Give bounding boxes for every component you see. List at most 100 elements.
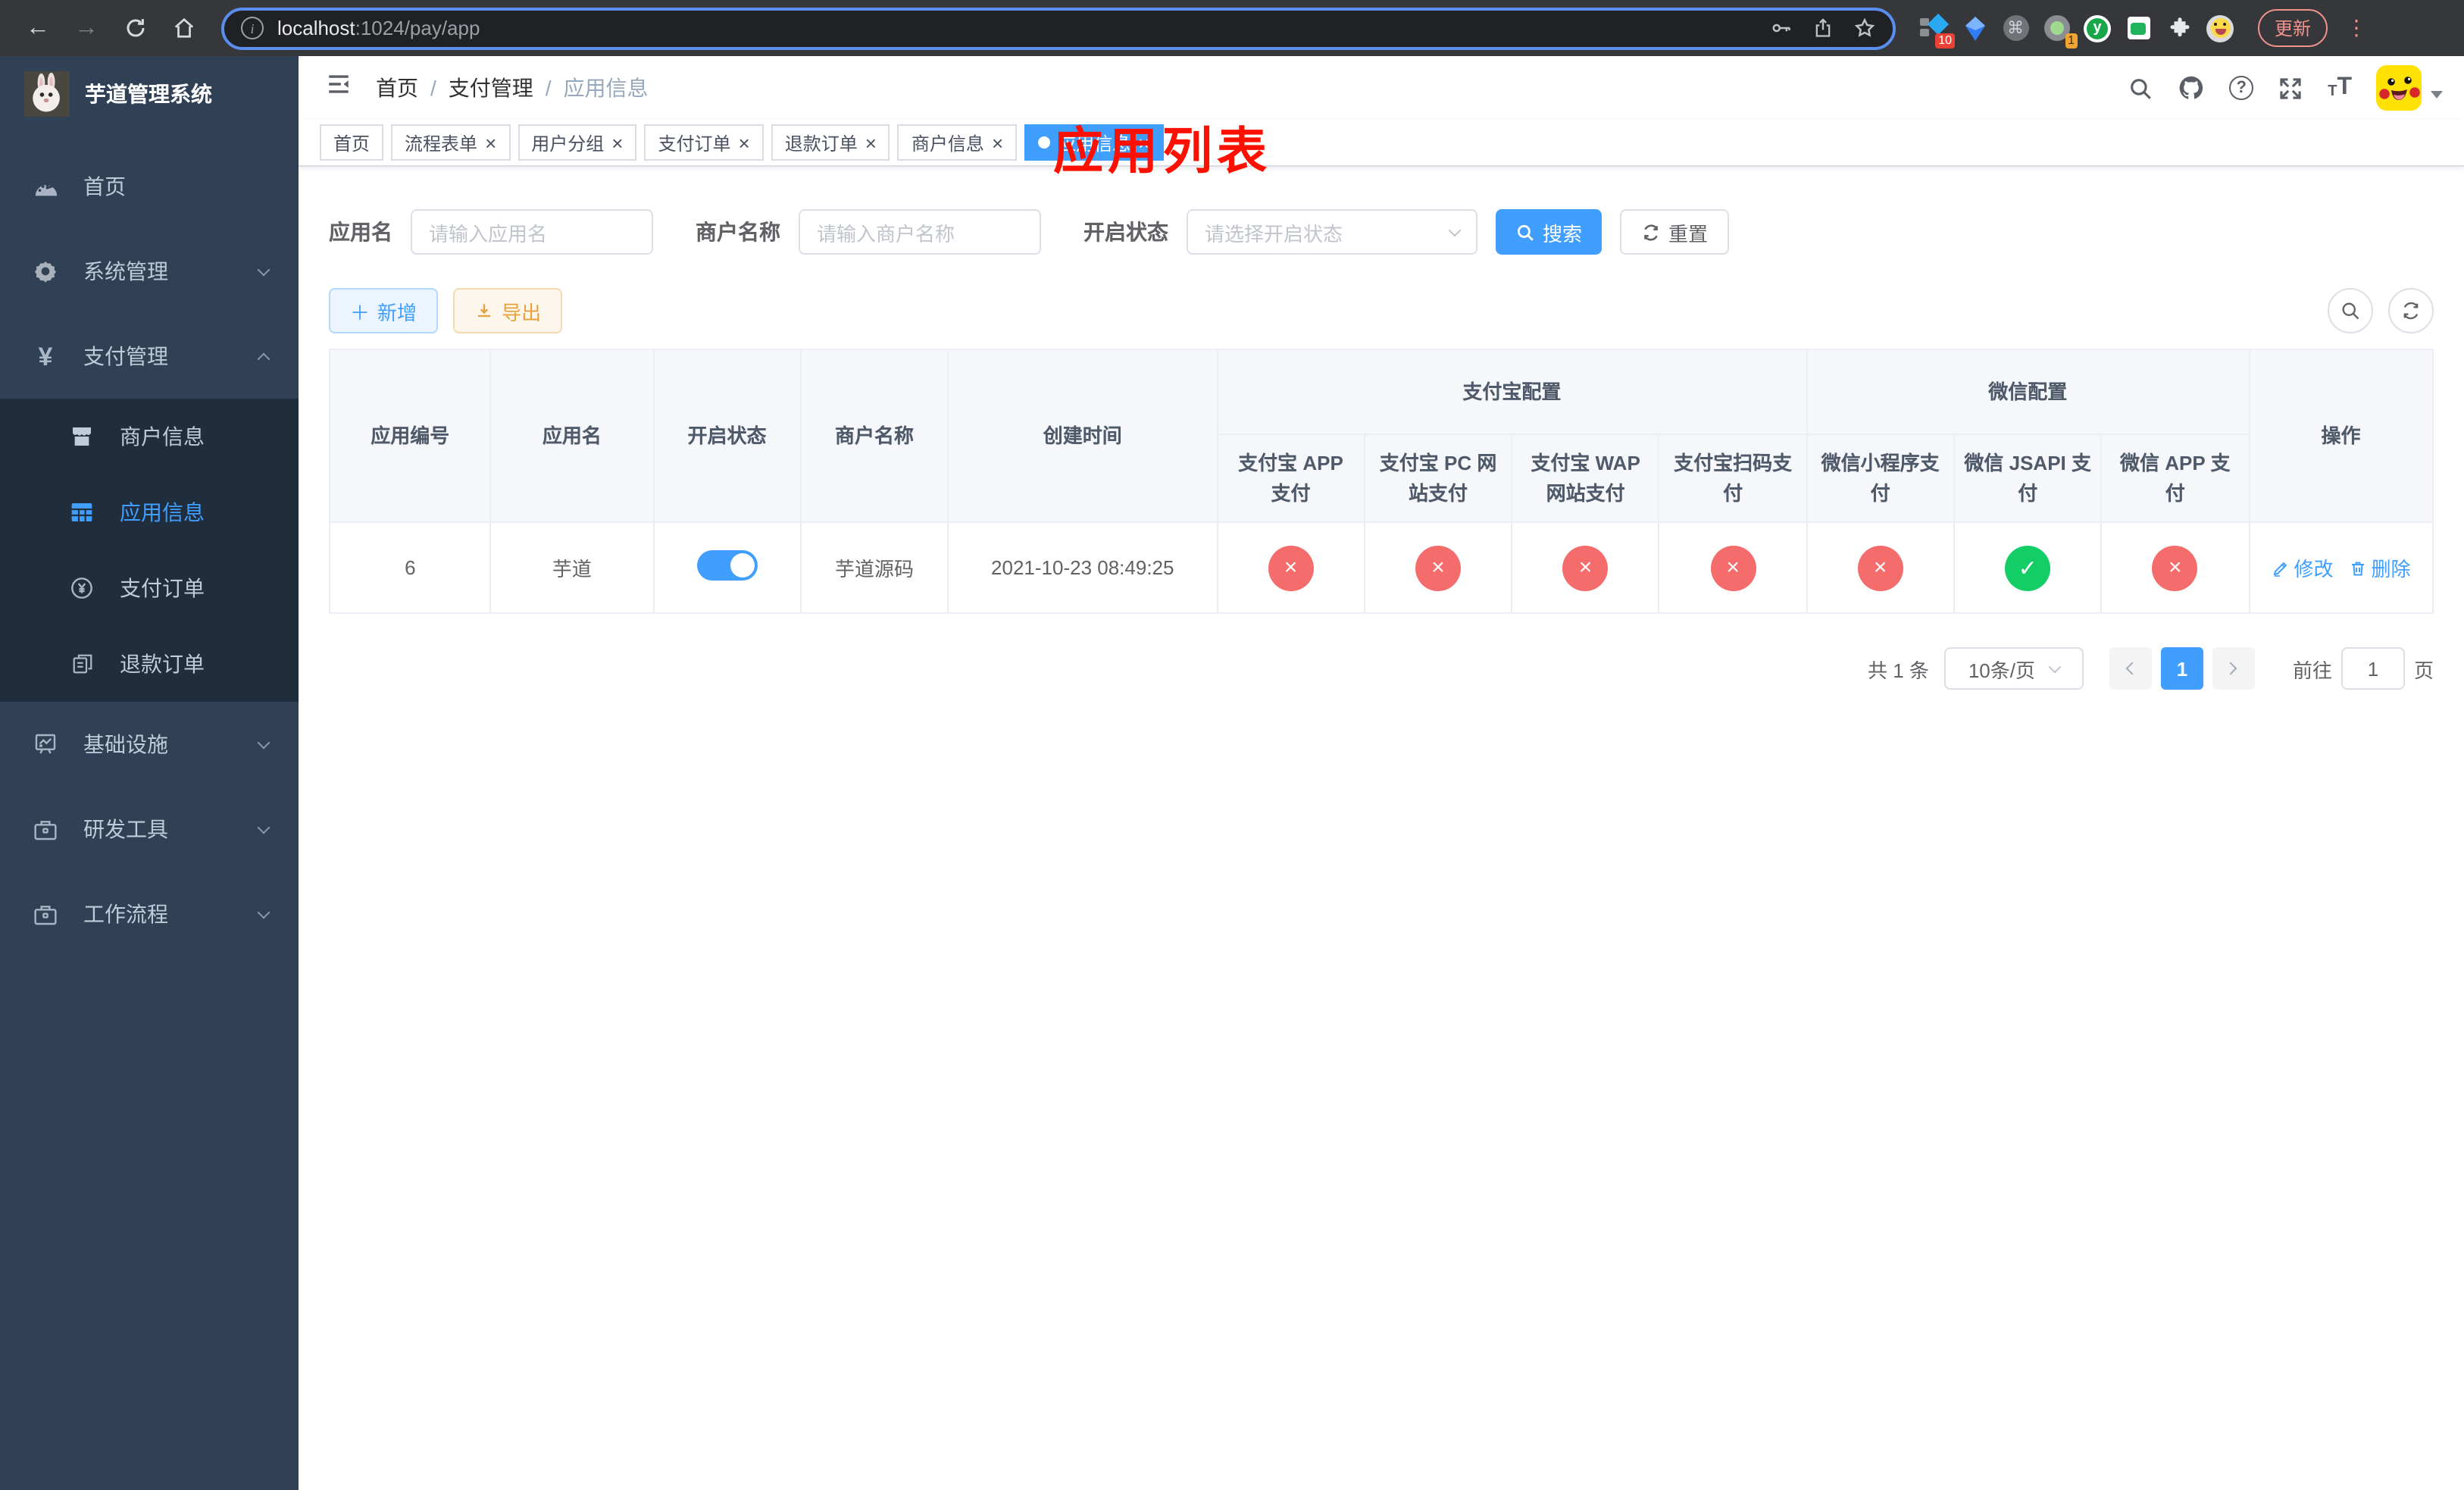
- pencil-icon: [2273, 561, 2287, 576]
- filter-form: 应用名 请输入应用名 商户名称 请输入商户名称 开启状态 请选择开启状态 搜索 …: [329, 209, 2434, 255]
- extension-command-icon[interactable]: ⌘: [2002, 14, 2029, 42]
- enabled-switch[interactable]: [696, 550, 758, 581]
- forward-icon[interactable]: →: [67, 8, 106, 48]
- sidebar: 芋道管理系统 首页 系统管理 ¥ 支付管理 商户信息 应用信息 支付订单 退款订…: [0, 56, 299, 1490]
- edit-link[interactable]: 修改: [2271, 553, 2334, 582]
- page-size-select[interactable]: 10条/页: [1943, 647, 2084, 690]
- sidebar-logo[interactable]: 芋道管理系统: [0, 56, 299, 132]
- annotation-overlay-text: 应用列表: [1053, 123, 1271, 179]
- github-icon[interactable]: [2178, 74, 2205, 102]
- active-dot: [1038, 136, 1051, 149]
- chevron-up-icon: [257, 352, 270, 365]
- password-key-icon[interactable]: [1770, 17, 1793, 39]
- home-icon[interactable]: [164, 8, 203, 48]
- extension-blue-diamond-icon[interactable]: 10: [1920, 12, 1955, 48]
- page: ← → i localhost:1024/pay/app 10 ⌘ 1 y 更新…: [0, 0, 2464, 1490]
- wx-app-status-icon: ×: [2152, 545, 2198, 590]
- help-icon[interactable]: ?: [2229, 76, 2254, 100]
- reload-icon[interactable]: [115, 8, 155, 48]
- show-search-button[interactable]: [2328, 288, 2373, 333]
- profile-avatar-icon[interactable]: [2206, 14, 2234, 42]
- goto-page-input[interactable]: [2340, 647, 2405, 690]
- address-bar[interactable]: i localhost:1024/pay/app: [221, 7, 1896, 49]
- extensions-row: 10 ⌘ 1 y: [1920, 12, 2234, 48]
- status-select[interactable]: 请选择开启状态: [1187, 209, 1477, 255]
- extension-badge: 1: [2065, 33, 2078, 48]
- extension-chat-icon[interactable]: [2125, 14, 2152, 42]
- app-name-label: 应用名: [329, 220, 392, 244]
- share-icon[interactable]: [1812, 17, 1834, 39]
- tag-refund-order[interactable]: 退款订单 ×: [771, 124, 890, 161]
- close-icon[interactable]: ×: [739, 133, 750, 152]
- extension-kite-icon[interactable]: [1961, 14, 1988, 42]
- tag-user-group[interactable]: 用户分组 ×: [518, 124, 637, 161]
- app-name-input[interactable]: 请输入应用名: [411, 209, 653, 255]
- add-button[interactable]: ＋新增: [329, 288, 439, 333]
- url-text[interactable]: localhost:1024/pay/app: [277, 17, 1756, 39]
- sidebar-item-pay[interactable]: ¥ 支付管理: [0, 314, 299, 399]
- refresh-button[interactable]: [2388, 288, 2434, 333]
- col-wx-app: 微信 APP 支付: [2100, 434, 2250, 523]
- tags-view: 首页 流程表单 × 用户分组 × 支付订单 × 退款订单 × 商户信息 × 应用信息 ×: [299, 120, 2464, 167]
- close-icon[interactable]: ×: [992, 133, 1003, 152]
- table-grid-icon: [67, 500, 97, 524]
- site-info-icon[interactable]: i: [241, 17, 264, 39]
- reset-button[interactable]: 重置: [1620, 209, 1730, 255]
- sidebar-item-system[interactable]: 系统管理: [0, 229, 299, 314]
- delete-link[interactable]: 删除: [2349, 553, 2411, 582]
- col-group-wechat: 微信配置: [1806, 349, 2250, 435]
- extension-y-icon[interactable]: y: [2084, 14, 2111, 42]
- col-app-name: 应用名: [489, 349, 655, 523]
- tag-process-form[interactable]: 流程表单 ×: [391, 124, 511, 161]
- breadcrumb-home[interactable]: 首页: [376, 73, 418, 103]
- close-icon[interactable]: ×: [485, 133, 496, 152]
- trash-icon: [2351, 561, 2364, 575]
- merchant-name-input[interactable]: 请输入商户名称: [799, 209, 1041, 255]
- sidebar-item-infra[interactable]: 基础设施: [0, 702, 299, 787]
- hamburger-icon[interactable]: [320, 65, 358, 111]
- sidebar-item-refund-order[interactable]: 退款订单: [0, 626, 299, 702]
- sidebar-item-merchant-info[interactable]: 商户信息: [0, 399, 299, 474]
- back-icon[interactable]: ←: [18, 8, 58, 48]
- prev-page-button[interactable]: [2109, 647, 2152, 690]
- extension-gray-ball-icon[interactable]: 1: [2043, 14, 2078, 48]
- sidebar-item-app-info[interactable]: 应用信息: [0, 474, 299, 550]
- col-actions: 操作: [2248, 349, 2434, 523]
- sidebar-item-home[interactable]: 首页: [0, 144, 299, 229]
- table-row: 6 芋道 芋道源码 2021-10-23 08:49:25 × × × × × …: [328, 521, 2434, 614]
- avatar[interactable]: [2376, 65, 2422, 111]
- browser-menu-icon[interactable]: ⋮: [2346, 15, 2367, 41]
- sidebar-item-workflow[interactable]: 工作流程: [0, 872, 299, 956]
- tag-merchant-info[interactable]: 商户信息 ×: [897, 124, 1018, 161]
- briefcase-icon: [30, 903, 61, 925]
- download-icon: [477, 303, 491, 317]
- breadcrumb-pay[interactable]: 支付管理: [449, 73, 533, 103]
- browser-update-button[interactable]: 更新: [2258, 9, 2328, 47]
- search-button[interactable]: 搜索: [1496, 209, 1603, 255]
- col-alipay-app: 支付宝 APP 支付: [1216, 434, 1365, 523]
- close-icon[interactable]: ×: [611, 133, 623, 152]
- yen-circle-icon: [67, 576, 97, 600]
- tag-pay-order[interactable]: 支付订单 ×: [644, 124, 764, 161]
- extensions-puzzle-icon[interactable]: [2165, 14, 2193, 42]
- search-icon[interactable]: [2128, 75, 2153, 101]
- cell-enabled: [652, 521, 802, 614]
- tag-home[interactable]: 首页: [320, 124, 384, 161]
- sidebar-item-pay-order[interactable]: 支付订单: [0, 550, 299, 626]
- breadcrumb: 首页 / 支付管理 / 应用信息: [376, 73, 649, 103]
- yen-icon: ¥: [38, 342, 53, 371]
- sidebar-item-dev-tools[interactable]: 研发工具: [0, 787, 299, 872]
- user-avatar-wrap[interactable]: [2376, 65, 2443, 111]
- page-1-button[interactable]: 1: [2160, 647, 2203, 690]
- font-size-icon[interactable]: TT: [2328, 75, 2352, 100]
- cell-created: 2021-10-23 08:49:25: [947, 521, 1218, 614]
- export-button[interactable]: 导出: [453, 288, 563, 333]
- briefcase-icon: [30, 818, 61, 840]
- fullscreen-icon[interactable]: [2278, 75, 2303, 101]
- col-group-alipay: 支付宝配置: [1216, 349, 1808, 435]
- close-icon[interactable]: ×: [865, 133, 877, 152]
- next-page-button[interactable]: [2212, 647, 2255, 690]
- col-merchant: 商户名称: [799, 349, 949, 523]
- bookmark-star-icon[interactable]: [1853, 17, 1876, 39]
- caret-down-icon[interactable]: [2431, 90, 2443, 98]
